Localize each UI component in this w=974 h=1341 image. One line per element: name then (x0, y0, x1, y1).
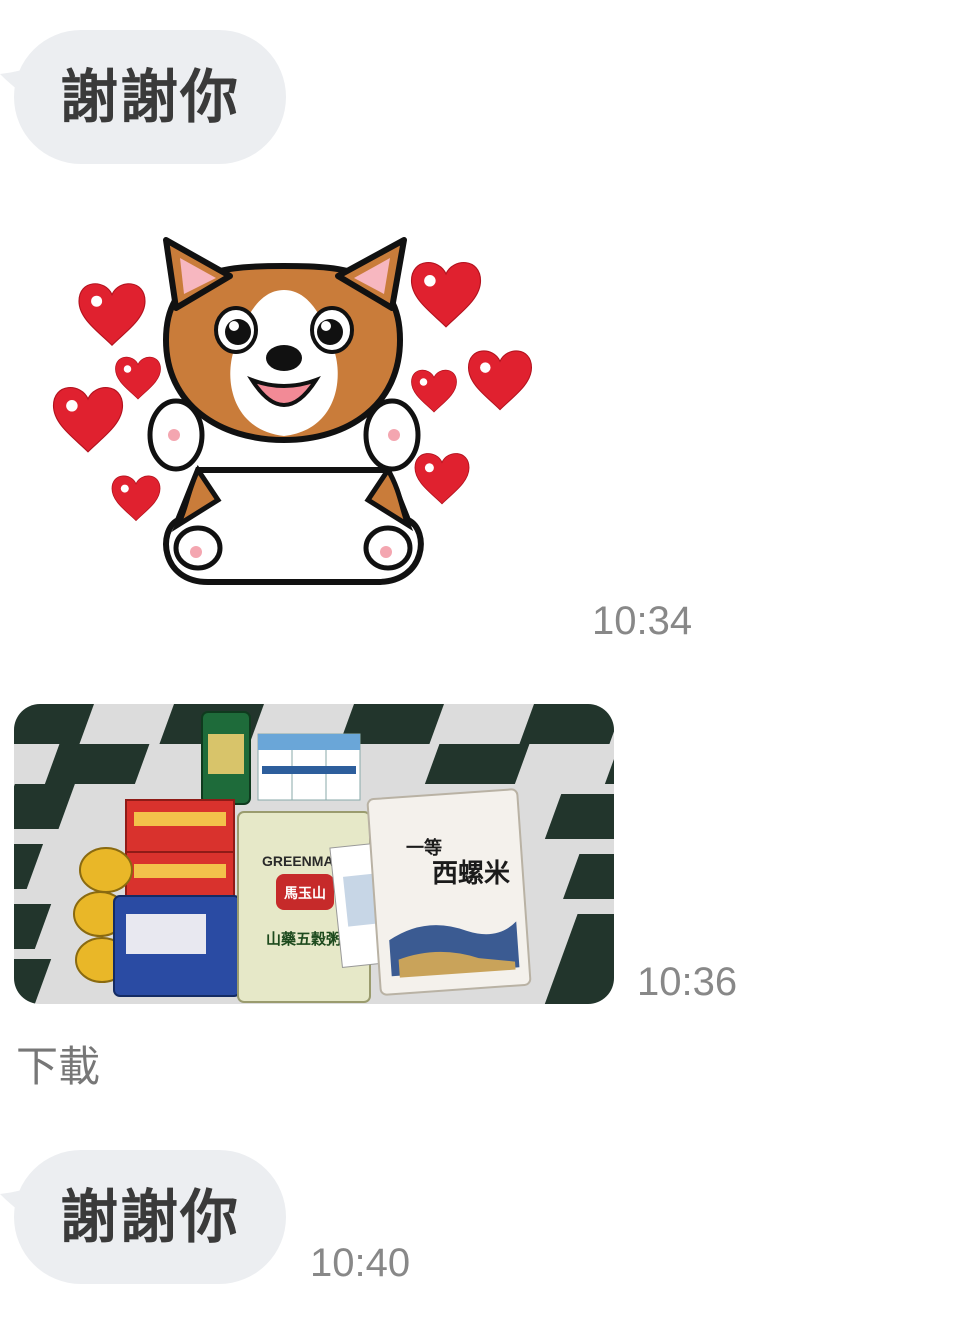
product-rice-name-text: 西螺米 (432, 859, 510, 889)
heart-icon (111, 475, 161, 521)
message-timestamp: 10:36 (637, 960, 738, 1004)
corgi-hearts-sticker-icon[interactable] (48, 230, 538, 590)
product-cereal-name-text: 山藥五穀粥 (266, 930, 341, 948)
product-rice-grade-text: 一等 (406, 837, 442, 859)
download-link[interactable]: 下載 (16, 1046, 100, 1088)
heart-icon (411, 369, 457, 413)
heart-icon (467, 350, 533, 411)
message-bubble-2[interactable]: 謝謝你 (14, 1150, 286, 1284)
photo-of-gift-items-icon[interactable]: GREENMAX 馬玉山 山藥五穀粥 一等 西螺米 (14, 704, 614, 1004)
message-timestamp: 10:34 (592, 599, 693, 643)
message-timestamp: 10:40 (310, 1241, 411, 1285)
heart-icon (115, 356, 161, 400)
message-text: 謝謝你 (59, 1183, 240, 1251)
heart-icon (414, 453, 470, 505)
message-bubble-1[interactable]: 謝謝你 (14, 30, 286, 164)
product-cereal-brand-text: 馬玉山 (284, 886, 326, 902)
message-text: 謝謝你 (59, 63, 240, 131)
heart-icon (52, 386, 124, 453)
heart-icon (78, 283, 146, 346)
heart-icon (410, 261, 482, 328)
